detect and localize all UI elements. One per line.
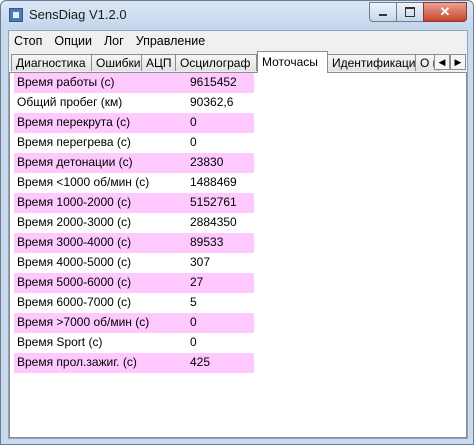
row-label: Время перекрута (с) [17,115,131,129]
client-area: Стоп Опции Лог Управление Диагностика Ош… [8,30,468,439]
window-title: SensDiag V1.2.0 [29,7,127,22]
maximize-button[interactable] [396,2,424,22]
row-value: 5 [190,295,197,309]
row-value: 1488469 [190,175,237,189]
list-item: Время перегрева (с) 0 [14,133,254,153]
row-label: Общий пробег (км) [17,95,123,109]
row-label: Время >7000 об/мин (с) [17,315,150,329]
app-icon [9,8,23,22]
row-label: Время перегрева (с) [17,135,131,149]
tab-adc[interactable]: АЦП [141,54,176,71]
row-label: Время Sport (с) [17,335,103,349]
menu-stop[interactable]: Стоп [9,31,48,51]
row-label: Время работы (с) [17,75,115,89]
row-label: Время прол.зажиг. (с) [17,355,137,369]
menu-control[interactable]: Управление [130,31,212,51]
row-label: Время 3000-4000 (с) [17,235,132,249]
menu-log[interactable]: Лог [98,31,130,51]
list-item: Время 4000-5000 (с) 307 [14,253,254,273]
tab-identification[interactable]: Идентификация [327,54,416,71]
row-value: 9615452 [190,75,237,89]
row-value: 307 [190,255,211,269]
tab-errors[interactable]: Ошибки [91,54,142,71]
row-label: Время 5000-6000 (с) [17,275,132,289]
list-item: Время 6000-7000 (с) 5 [14,293,254,313]
tab-oscilloscope[interactable]: Осцилограф [175,54,257,71]
caption-buttons: ✕ [369,2,467,22]
tab-scroll-left-icon[interactable]: ◀ [434,54,450,70]
tab-strip: Диагностика Ошибки АЦП Осцилограф Моточа… [9,51,467,73]
row-label: Время детонации (с) [17,155,133,169]
list-item: Время детонации (с) 23830 [14,153,254,173]
row-value: 2884350 [190,215,237,229]
row-label: Время <1000 об/мин (с) [17,175,150,189]
motohours-list: Время работы (с) 9615452 Общий пробег (км… [14,73,254,373]
title-bar[interactable]: SensDiag V1.2.0 ✕ [1,1,473,29]
row-label: Время 2000-3000 (с) [17,215,132,229]
row-value: 23830 [190,155,224,169]
maximize-icon [405,7,415,17]
list-item: Время 3000-4000 (с) 89533 [14,233,254,253]
row-value: 0 [190,135,197,149]
close-icon: ✕ [439,4,451,19]
row-value: 90362,6 [190,95,234,109]
list-item: Время >7000 об/мин (с) 0 [14,313,254,333]
list-item: Время 5000-6000 (с) 27 [14,273,254,293]
menu-options[interactable]: Опции [48,31,98,51]
row-value: 27 [190,275,204,289]
menu-bar: Стоп Опции Лог Управление [9,31,467,51]
close-button[interactable]: ✕ [423,2,467,22]
list-item: Время работы (с) 9615452 [14,73,254,93]
tab-diagnostics[interactable]: Диагностика [11,54,92,71]
minimize-button[interactable] [369,2,397,22]
list-item: Время 1000-2000 (с) 5152761 [14,193,254,213]
list-item: Время 2000-3000 (с) 2884350 [14,213,254,233]
minimize-icon [379,14,387,16]
row-value: 89533 [190,235,224,249]
row-value: 425 [190,355,211,369]
list-item: Время перекрута (с) 0 [14,113,254,133]
list-item: Время прол.зажиг. (с) 425 [14,353,254,373]
row-label: Время 4000-5000 (с) [17,255,132,269]
row-value: 0 [190,315,197,329]
row-value: 0 [190,335,197,349]
row-label: Время 6000-7000 (с) [17,295,132,309]
motohours-panel: Время работы (с) 9615452 Общий пробег (км… [9,72,467,438]
row-value: 0 [190,115,197,129]
tab-motohours[interactable]: Моточасы [257,51,328,73]
list-item: Общий пробег (км) 90362,6 [14,93,254,113]
app-window: SensDiag V1.2.0 ✕ Стоп Опции Лог Управле… [0,0,474,445]
list-item: Время Sport (с) 0 [14,333,254,353]
row-label: Время 1000-2000 (с) [17,195,132,209]
list-item: Время <1000 об/мин (с) 1488469 [14,173,254,193]
row-value: 5152761 [190,195,237,209]
tab-scroll-right-icon[interactable]: ▶ [450,54,466,70]
